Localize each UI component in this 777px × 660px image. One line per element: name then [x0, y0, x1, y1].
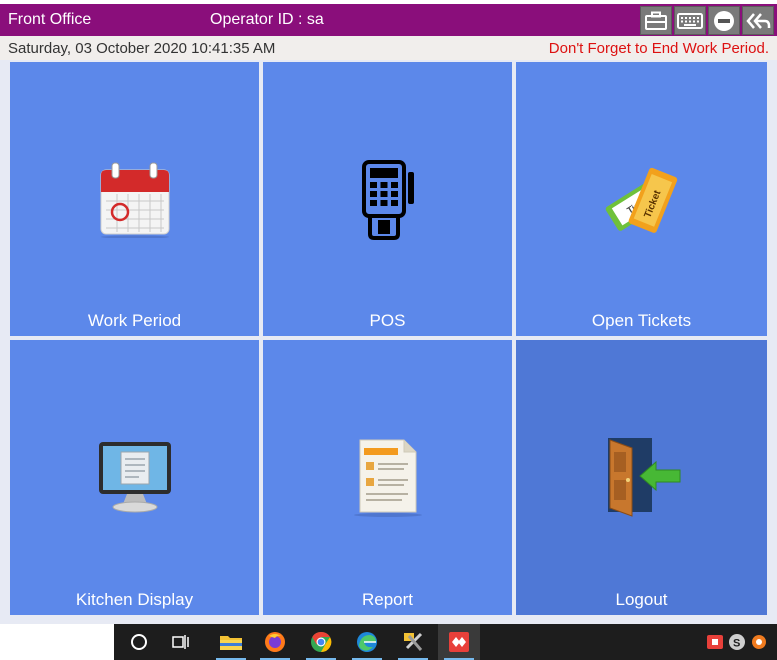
- tray-app-icon[interactable]: [750, 633, 768, 651]
- work-period-label: Work Period: [87, 311, 182, 330]
- work-period-warning: Don't Forget to End Work Period.: [548, 40, 769, 57]
- file-explorer-icon: [220, 636, 242, 650]
- report-tile[interactable]: Report: [263, 340, 512, 615]
- menu-grid: Work Period POS Ticket Open Tickets Kitc…: [0, 60, 777, 624]
- tools-icon: [404, 632, 423, 651]
- firefox-button[interactable]: [254, 624, 296, 660]
- app-title: Front Office: [8, 11, 92, 28]
- chrome-button[interactable]: [300, 624, 342, 660]
- tickets-icon: Ticket Ticket: [605, 167, 677, 233]
- cortana-button[interactable]: [118, 624, 160, 660]
- work-period-tile[interactable]: Work Period: [10, 62, 259, 336]
- cortana-icon: [131, 634, 147, 650]
- anydesk-button[interactable]: [438, 624, 480, 660]
- minimize-button[interactable]: [708, 6, 740, 35]
- firefox-icon: [265, 632, 285, 652]
- kitchen-display-tile[interactable]: Kitchen Display: [10, 340, 259, 615]
- operator-id: Operator ID : sa: [210, 11, 324, 28]
- logout-label: Logout: [615, 590, 668, 609]
- file-explorer-button[interactable]: [210, 624, 252, 660]
- monitor-icon: [98, 442, 171, 513]
- current-datetime: Saturday, 03 October 2020 10:41:35 AM: [8, 40, 276, 57]
- status-row: Saturday, 03 October 2020 10:41:35 AM Do…: [0, 36, 777, 60]
- open-tickets-tile[interactable]: Ticket Ticket Open Tickets: [516, 62, 767, 336]
- logout-tile[interactable]: Logout: [516, 340, 767, 615]
- edge-icon: [357, 632, 377, 652]
- back-button[interactable]: [742, 6, 774, 35]
- svg-text:S: S: [733, 638, 740, 650]
- anydesk-icon: [449, 632, 469, 652]
- title-bar: Front Office Operator ID : sa: [0, 4, 777, 36]
- front-office-window: Front Office Operator ID : sa Saturday, …: [0, 0, 777, 660]
- report-icon: [353, 439, 422, 517]
- minimize-icon: [714, 10, 734, 31]
- skype-icon[interactable]: S: [728, 633, 746, 651]
- edge-button[interactable]: [346, 624, 388, 660]
- red-app-icon[interactable]: [706, 633, 724, 651]
- kitchen-display-label: Kitchen Display: [75, 590, 194, 609]
- task-view-button[interactable]: [160, 624, 202, 660]
- keyboard-icon: [677, 12, 703, 29]
- open-tickets-label: Open Tickets: [591, 311, 692, 330]
- windows-taskbar: S: [114, 624, 777, 660]
- briefcase-button[interactable]: [640, 6, 672, 35]
- tools-button[interactable]: [392, 624, 434, 660]
- task-view-icon: [172, 635, 189, 649]
- exit-door-icon: [607, 438, 680, 517]
- chrome-icon: [311, 631, 332, 653]
- pos-tile[interactable]: POS: [263, 62, 512, 336]
- back-icon: [746, 12, 771, 29]
- keyboard-button[interactable]: [674, 6, 706, 35]
- report-label: Report: [361, 590, 414, 609]
- briefcase-icon: [645, 11, 667, 30]
- calendar-icon: [100, 162, 169, 238]
- pos-label: POS: [369, 311, 406, 330]
- pos-terminal-icon: [361, 160, 414, 240]
